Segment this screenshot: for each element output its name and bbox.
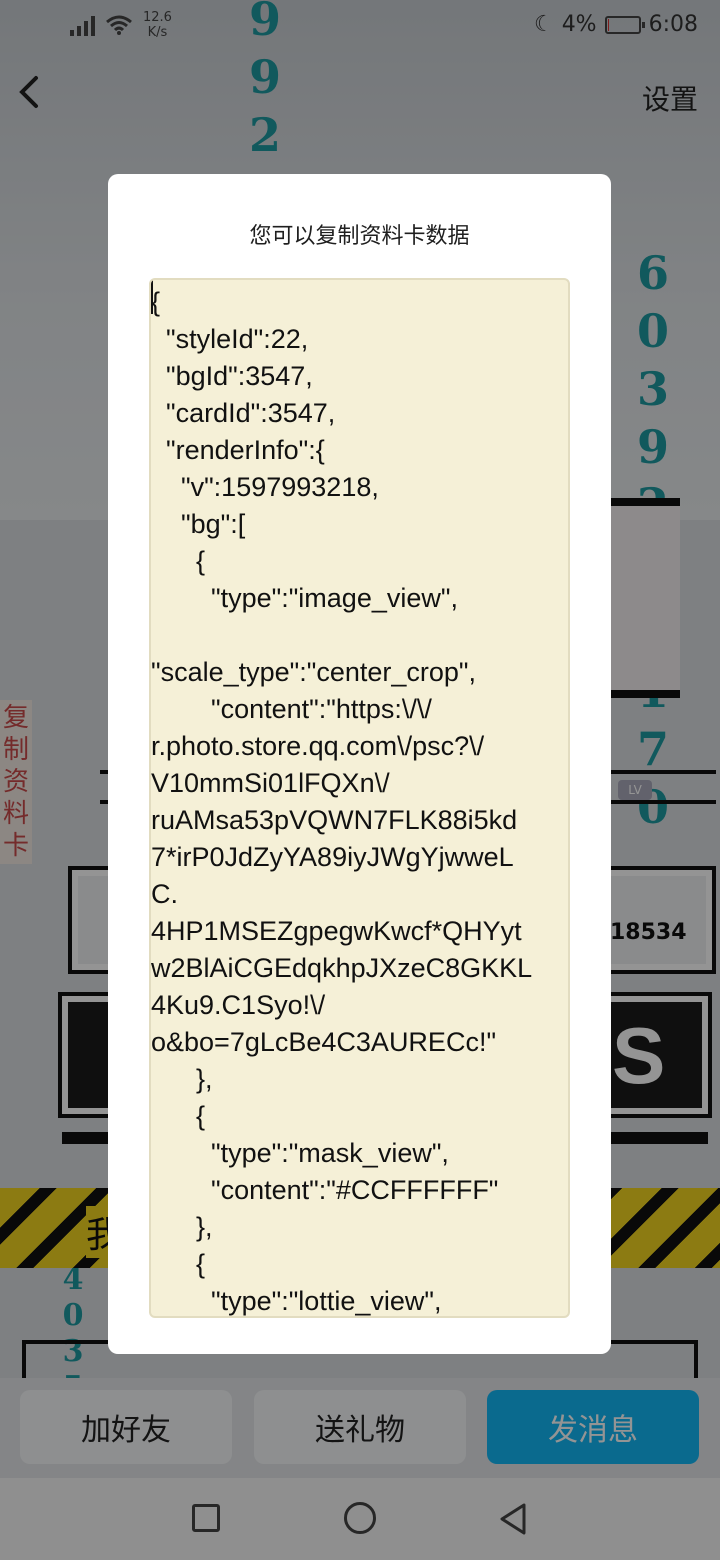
json-textarea[interactable]: { "styleId":22, "bgId":3547, "cardId":35… xyxy=(149,278,570,1318)
copy-card-data-dialog: 您可以复制资料卡数据 { "styleId":22, "bgId":3547, … xyxy=(108,174,611,1354)
json-text[interactable]: { "styleId":22, "bgId":3547, "cardId":35… xyxy=(151,284,568,1316)
dialog-title: 您可以复制资料卡数据 xyxy=(249,224,470,249)
